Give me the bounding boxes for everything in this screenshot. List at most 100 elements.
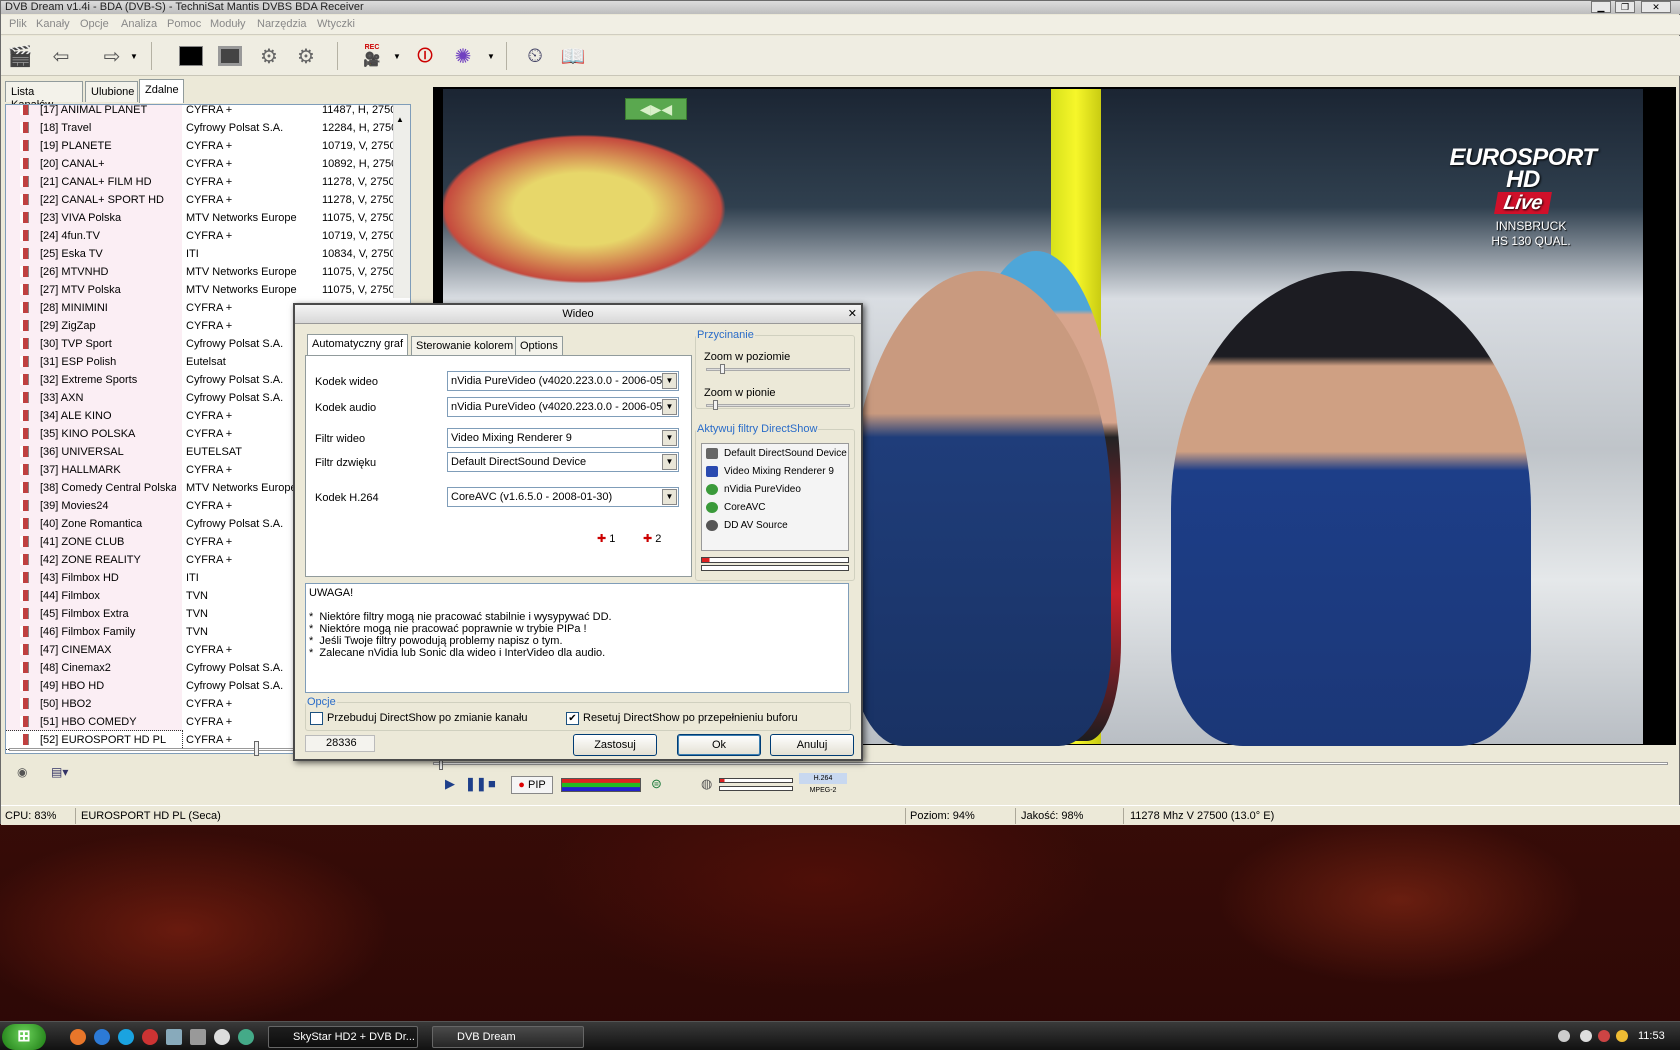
clapperboard-icon[interactable]: 🎬 xyxy=(5,41,35,71)
pause-icon[interactable]: ❚❚ xyxy=(465,776,487,792)
channel-row[interactable]: [18] Travel Cyfrowy Polsat S.A. 12284, H, … xyxy=(6,119,410,137)
osd-arrows-icon[interactable]: ◀▶◀ xyxy=(625,98,687,120)
firefox-icon[interactable] xyxy=(70,1029,86,1045)
network-gears-icon[interactable]: ⚙ xyxy=(291,41,321,71)
chevron-down-icon[interactable]: ▼ xyxy=(662,430,677,446)
scan-icon[interactable]: ◉ xyxy=(17,765,27,779)
channel-row[interactable]: [25] Eska TV ITI 10834, V, 27500 xyxy=(6,245,410,263)
forward-arrow-icon[interactable]: ⇨ xyxy=(97,41,127,71)
rebuild-directshow-checkbox[interactable] xyxy=(310,712,323,725)
audio-codec-select[interactable]: nVidia PureVideo (v4020.223.0.0 - 2006-0… xyxy=(447,397,679,417)
zoom-horizontal-track xyxy=(706,368,850,371)
chevron-down-icon[interactable]: ▼ xyxy=(485,41,497,71)
ok-button[interactable]: Ok xyxy=(677,734,761,756)
record-camera-icon[interactable]: REC 🎥 xyxy=(357,41,387,71)
filter-item-directsound[interactable]: Default DirectSound Device xyxy=(706,447,847,461)
teletext-icon[interactable]: ⏼ xyxy=(410,41,440,71)
menu-pomoc[interactable]: Pomoc xyxy=(167,18,201,30)
audio-filter-select[interactable]: Default DirectSound Device ▼ xyxy=(447,452,679,472)
back-arrow-icon[interactable]: ⇦ xyxy=(46,41,76,71)
chevron-down-icon[interactable]: ▼ xyxy=(128,41,140,71)
gears-icon[interactable]: ⚙ xyxy=(254,41,284,71)
video-codec-select[interactable]: nVidia PureVideo (v4020.223.0.0 - 2006-0… xyxy=(447,371,679,391)
chevron-down-icon[interactable]: ▼ xyxy=(662,489,677,505)
menu-analiza[interactable]: Analiza xyxy=(121,18,157,30)
tab-zdalne[interactable]: Zdalne xyxy=(139,79,184,103)
channel-row[interactable]: [23] VIVA Polska MTV Networks Europe 11075… xyxy=(6,209,410,227)
channel-name: [24] 4fun.TV xyxy=(40,230,100,242)
chevron-down-icon[interactable]: ▼ xyxy=(662,373,677,389)
h264-codec-label: Kodek H.264 xyxy=(315,492,379,504)
channel-row[interactable]: [19] PLANETE CYFRA + 10719, V, 27500 xyxy=(6,137,410,155)
pip-button[interactable]: ● PIP xyxy=(511,776,553,794)
channel-row[interactable]: [21] CANAL+ FILM HD CYFRA + 11278, V, 2750… xyxy=(6,173,410,191)
channel-list-scrollbar[interactable]: ▲ xyxy=(393,105,410,298)
zoom-horizontal-slider[interactable] xyxy=(720,364,725,374)
menu-narzedzia[interactable]: Narzędzia xyxy=(257,18,307,30)
clock-icon[interactable]: ⏲ xyxy=(520,41,550,71)
channel-row[interactable]: [24] 4fun.TV CYFRA + 10719, V, 27500 xyxy=(6,227,410,245)
minimize-button[interactable]: ▁ xyxy=(1591,1,1611,13)
globe-icon[interactable]: ⊜ xyxy=(651,776,662,792)
epg-icon[interactable]: ▤▾ xyxy=(51,765,68,779)
ie-icon[interactable] xyxy=(94,1029,110,1045)
tab-automatyczny-graf[interactable]: Automatyczny graf xyxy=(307,334,409,357)
tray-volume-icon[interactable] xyxy=(1616,1030,1628,1042)
menu-plik[interactable]: Plik xyxy=(9,18,27,30)
h264-codec-select[interactable]: CoreAVC (v1.6.5.0 - 2008-01-30) ▼ xyxy=(447,487,679,507)
tab-ulubione[interactable]: Ulubione xyxy=(85,81,138,102)
menu-opcje[interactable]: Opcje xyxy=(80,18,109,30)
app-icon[interactable] xyxy=(238,1029,254,1045)
channel-row[interactable]: [20] CANAL+ CYFRA + 10892, H, 27500 xyxy=(6,155,410,173)
tab-lista-kanalow[interactable]: Lista Kanałów xyxy=(5,81,83,111)
channel-row[interactable]: [17] ANIMAL PLANET CYFRA + 11487, H, 27500 xyxy=(6,105,410,119)
apply-button[interactable]: Zastosuj xyxy=(573,734,657,756)
channel-lock-icon xyxy=(20,698,28,709)
skype-icon[interactable] xyxy=(118,1029,134,1045)
start-button[interactable]: ⊞ xyxy=(2,1024,46,1050)
tab-options[interactable]: Options xyxy=(515,336,563,357)
filter-item-nvidia[interactable]: nVidia PureVideo xyxy=(706,483,801,497)
shield-icon[interactable] xyxy=(190,1029,206,1045)
tray-expand-icon[interactable] xyxy=(1558,1030,1570,1042)
menu-moduly[interactable]: Moduły xyxy=(210,18,245,30)
channel-row[interactable]: [22] CANAL+ SPORT HD CYFRA + 11278, V, 275… xyxy=(6,191,410,209)
tray-network-icon[interactable] xyxy=(1580,1030,1592,1042)
channel-provider: Cyfrowy Polsat S.A. xyxy=(186,122,284,134)
menu-wtyczki[interactable]: Wtyczki xyxy=(317,18,355,30)
reset-directshow-checkbox[interactable]: ✔ xyxy=(566,712,579,725)
tray-antivirus-icon[interactable] xyxy=(1598,1030,1610,1042)
filter-properties-1-button[interactable]: ✚ 1 xyxy=(597,532,615,545)
video-filter-select[interactable]: Video Mixing Renderer 9 ▼ xyxy=(447,428,679,448)
taskbar-item-skystar[interactable]: SkyStar HD2 + DVB Dr... xyxy=(268,1026,418,1048)
tab-sterowanie-kolorem[interactable]: Sterowanie kolorem xyxy=(411,336,519,357)
scroll-up-icon[interactable]: ▲ xyxy=(396,115,404,124)
chevron-down-icon[interactable]: ▼ xyxy=(662,399,677,415)
filter-item-coreavc[interactable]: CoreAVC xyxy=(706,501,766,515)
cancel-button[interactable]: Anuluj xyxy=(770,734,854,756)
explorer-icon[interactable] xyxy=(166,1029,182,1045)
taskbar-item-dvb-dream[interactable]: DVB Dream xyxy=(432,1026,584,1048)
menu-kanaly[interactable]: Kanały xyxy=(36,18,70,30)
channel-row[interactable]: [27] MTV Polska MTV Networks Europe 11075,… xyxy=(6,281,410,299)
speaker-icon[interactable]: ◍ xyxy=(701,776,712,792)
zoom-vertical-slider[interactable] xyxy=(713,400,718,410)
monitor-icon[interactable] xyxy=(215,41,245,71)
opera-icon[interactable] xyxy=(142,1029,158,1045)
close-button[interactable]: ✕ xyxy=(1641,1,1671,13)
media-icon[interactable] xyxy=(214,1029,230,1045)
filter-properties-2-button[interactable]: ✚ 2 xyxy=(643,532,661,545)
book-icon[interactable]: 📖 xyxy=(558,41,588,71)
volume-slider-thumb[interactable] xyxy=(254,741,259,756)
maximize-button[interactable]: ❐ xyxy=(1615,1,1635,13)
filter-item-vmr9[interactable]: Video Mixing Renderer 9 xyxy=(706,465,834,479)
channel-row[interactable]: [26] MTVNHD MTV Networks Europe 11075, V, … xyxy=(6,263,410,281)
sun-icon[interactable]: ✺ xyxy=(448,41,478,71)
play-icon[interactable]: ▶ xyxy=(445,776,455,792)
chevron-down-icon[interactable]: ▼ xyxy=(662,454,677,470)
chevron-down-icon[interactable]: ▼ xyxy=(391,41,403,71)
black-screen-icon[interactable] xyxy=(176,41,206,71)
filter-item-dd-av-source[interactable]: DD AV Source xyxy=(706,519,788,533)
dialog-close-icon[interactable]: ✕ xyxy=(848,307,857,321)
stop-icon[interactable]: ■ xyxy=(488,776,496,792)
